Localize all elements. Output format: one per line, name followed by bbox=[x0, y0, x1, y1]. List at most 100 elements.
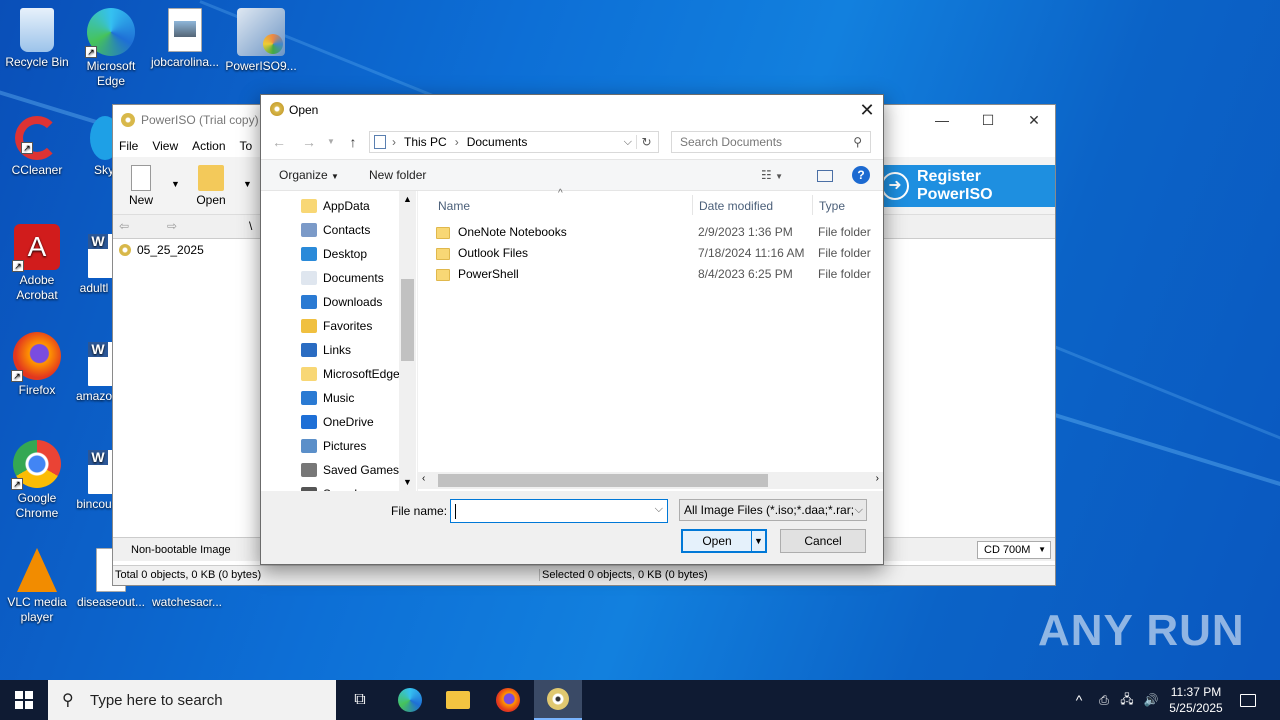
menu-file[interactable]: File bbox=[119, 139, 138, 153]
file-type-value: All Image Files (*.iso;*.daa;*.rar; bbox=[684, 503, 855, 517]
desktop-icon-jobcarolina[interactable]: jobcarolina... bbox=[148, 8, 222, 70]
menu-view[interactable]: View bbox=[152, 139, 178, 153]
scroll-thumb[interactable] bbox=[401, 279, 414, 361]
scroll-thumb[interactable] bbox=[438, 474, 768, 487]
address-bar[interactable]: › This PC › Documents ⌵ ↻ bbox=[369, 131, 659, 153]
open-dropdown-icon[interactable]: ▼ bbox=[243, 179, 252, 189]
close-button[interactable]: ✕ bbox=[1011, 105, 1057, 135]
desktop-icon-bincou[interactable]: W bincou bbox=[74, 440, 114, 512]
desktop-icon-ccleaner[interactable]: ↗ CCleaner bbox=[0, 116, 74, 178]
navigation-scrollbar[interactable]: ▲ ▼ bbox=[399, 191, 416, 491]
minimize-button[interactable]: — bbox=[919, 105, 965, 135]
dialog-close-button[interactable]: ✕ bbox=[851, 95, 883, 125]
desktop-icon-recycle-bin[interactable]: Recycle Bin bbox=[0, 8, 74, 70]
register-banner[interactable]: ➜ Register PowerISO bbox=[879, 165, 1055, 207]
task-view-button[interactable]: ⧉ bbox=[336, 680, 384, 720]
taskbar-poweriso[interactable] bbox=[534, 680, 582, 720]
preview-pane-icon[interactable] bbox=[817, 170, 833, 182]
nav-item-saved-games[interactable]: Saved Games bbox=[301, 459, 399, 481]
nav-item-appdata[interactable]: AppData bbox=[301, 195, 370, 217]
nav-item-music[interactable]: Music bbox=[301, 387, 354, 409]
desktop-icon-amazo[interactable]: W amazo bbox=[74, 332, 114, 404]
search-placeholder: Search Documents bbox=[680, 135, 783, 149]
chevron-down-icon[interactable]: ⌵ bbox=[624, 136, 632, 149]
file-name-label: File name: bbox=[391, 504, 448, 518]
taskbar-search-input[interactable]: ⚲ Type here to search bbox=[48, 680, 336, 720]
start-button[interactable] bbox=[0, 680, 48, 720]
show-hidden-icons-button[interactable]: ^ bbox=[1068, 680, 1090, 720]
open-button[interactable]: Open ▼ bbox=[681, 529, 767, 553]
desktop-icon-adultl[interactable]: W adultl bbox=[74, 224, 114, 296]
refresh-icon[interactable]: ↻ bbox=[636, 135, 656, 149]
file-list-scrollbar[interactable]: ‹ › bbox=[418, 472, 883, 489]
up-icon[interactable]: ↑ bbox=[343, 132, 363, 152]
taskbar-edge[interactable] bbox=[386, 680, 434, 720]
desktop-icon-label: adultl bbox=[79, 281, 109, 295]
dialog-bottom-area: File name: ⌵ All Image Files (*.iso;*.da… bbox=[261, 495, 883, 565]
nav-item-searches[interactable]: Searches bbox=[301, 483, 374, 491]
scroll-right-icon[interactable]: › bbox=[876, 473, 879, 484]
tree-item[interactable]: 05_25_2025 bbox=[113, 239, 261, 261]
file-row[interactable]: Outlook Files 7/18/2024 11:16 AM File fo… bbox=[436, 243, 886, 264]
desktop-icon-vlc[interactable]: VLC media player bbox=[0, 548, 74, 625]
back-icon[interactable]: ⇦ bbox=[119, 219, 129, 233]
nav-item-microsoftedge[interactable]: MicrosoftEdge bbox=[301, 363, 400, 385]
organize-button[interactable]: Organize ▼ bbox=[279, 168, 339, 182]
taskbar-file-explorer[interactable] bbox=[434, 680, 482, 720]
view-options-icon[interactable]: ☷ ▼ bbox=[761, 168, 783, 182]
image-file-icon bbox=[168, 8, 202, 52]
forward-icon[interactable]: ⇨ bbox=[167, 219, 177, 233]
chevron-down-icon[interactable]: ⌵ bbox=[655, 503, 663, 516]
nav-item-pictures[interactable]: Pictures bbox=[301, 435, 366, 457]
poweriso-path[interactable]: \ bbox=[249, 219, 252, 233]
desktop-icon-edge[interactable]: ↗ Microsoft Edge bbox=[74, 8, 148, 89]
file-type-select[interactable]: All Image Files (*.iso;*.daa;*.rar; ⌵ bbox=[679, 499, 867, 521]
taskbar-firefox[interactable] bbox=[484, 680, 532, 720]
vlc-icon bbox=[17, 548, 57, 592]
desktop-icon-firefox[interactable]: ↗ Firefox bbox=[0, 332, 74, 398]
tray-device-icon[interactable]: ⎙ bbox=[1094, 680, 1114, 720]
cancel-button[interactable]: Cancel bbox=[780, 529, 866, 553]
breadcrumb-this-pc[interactable]: This PC bbox=[404, 135, 447, 149]
desktop-icon-poweriso-setup[interactable]: PowerISO9... bbox=[224, 8, 298, 74]
tray-network-icon[interactable]: 🖧 bbox=[1116, 680, 1138, 720]
desktop-icon-chrome[interactable]: ↗ Google Chrome bbox=[0, 440, 74, 521]
nav-item-favorites[interactable]: Favorites bbox=[301, 315, 372, 337]
open-button[interactable]: Open bbox=[187, 165, 235, 207]
menu-action[interactable]: Action bbox=[192, 139, 225, 153]
nav-item-links[interactable]: Links bbox=[301, 339, 351, 361]
open-dropdown-icon[interactable]: ▼ bbox=[751, 531, 765, 551]
search-input[interactable]: Search Documents ⚲ bbox=[671, 131, 871, 153]
clock[interactable]: 11:37 PM 5/25/2025 bbox=[1166, 680, 1226, 720]
tray-volume-icon[interactable]: 🔊 bbox=[1140, 680, 1162, 720]
help-icon[interactable]: ? bbox=[852, 166, 870, 184]
maximize-button[interactable]: ☐ bbox=[965, 105, 1011, 135]
forward-icon[interactable]: → bbox=[299, 132, 319, 152]
column-header-date[interactable]: Date modified bbox=[699, 199, 773, 213]
new-folder-button[interactable]: New folder bbox=[369, 168, 426, 182]
breadcrumb-documents[interactable]: Documents bbox=[467, 135, 528, 149]
file-row[interactable]: OneNote Notebooks 2/9/2023 1:36 PM File … bbox=[436, 222, 886, 243]
column-header-name[interactable]: Name bbox=[438, 199, 470, 213]
back-icon[interactable]: ← bbox=[269, 132, 289, 152]
file-row[interactable]: PowerShell 8/4/2023 6:25 PM File folder bbox=[436, 264, 886, 285]
desktop-icon-sky[interactable]: Sky bbox=[74, 116, 114, 178]
nav-item-documents[interactable]: Documents bbox=[301, 267, 384, 289]
nav-item-contacts[interactable]: Contacts bbox=[301, 219, 370, 241]
nav-item-desktop[interactable]: Desktop bbox=[301, 243, 367, 265]
scroll-left-icon[interactable]: ‹ bbox=[422, 473, 425, 484]
scroll-down-icon[interactable]: ▼ bbox=[399, 474, 416, 491]
file-name-input[interactable]: ⌵ bbox=[450, 499, 668, 523]
nav-item-downloads[interactable]: Downloads bbox=[301, 291, 382, 313]
new-button[interactable]: New bbox=[117, 165, 165, 207]
new-dropdown-icon[interactable]: ▼ bbox=[171, 179, 180, 189]
ccleaner-icon: ↗ bbox=[15, 116, 59, 160]
recent-dropdown-icon[interactable]: ▼ bbox=[321, 132, 341, 152]
notifications-button[interactable] bbox=[1234, 680, 1262, 720]
nav-item-onedrive[interactable]: OneDrive bbox=[301, 411, 374, 433]
menu-tools[interactable]: To bbox=[240, 139, 253, 153]
column-header-type[interactable]: Type bbox=[819, 199, 845, 213]
desktop-icon-acrobat[interactable]: A ↗ Adobe Acrobat bbox=[0, 224, 74, 303]
media-size-select[interactable]: CD 700M ▼ bbox=[977, 541, 1051, 559]
scroll-up-icon[interactable]: ▲ bbox=[399, 191, 416, 208]
